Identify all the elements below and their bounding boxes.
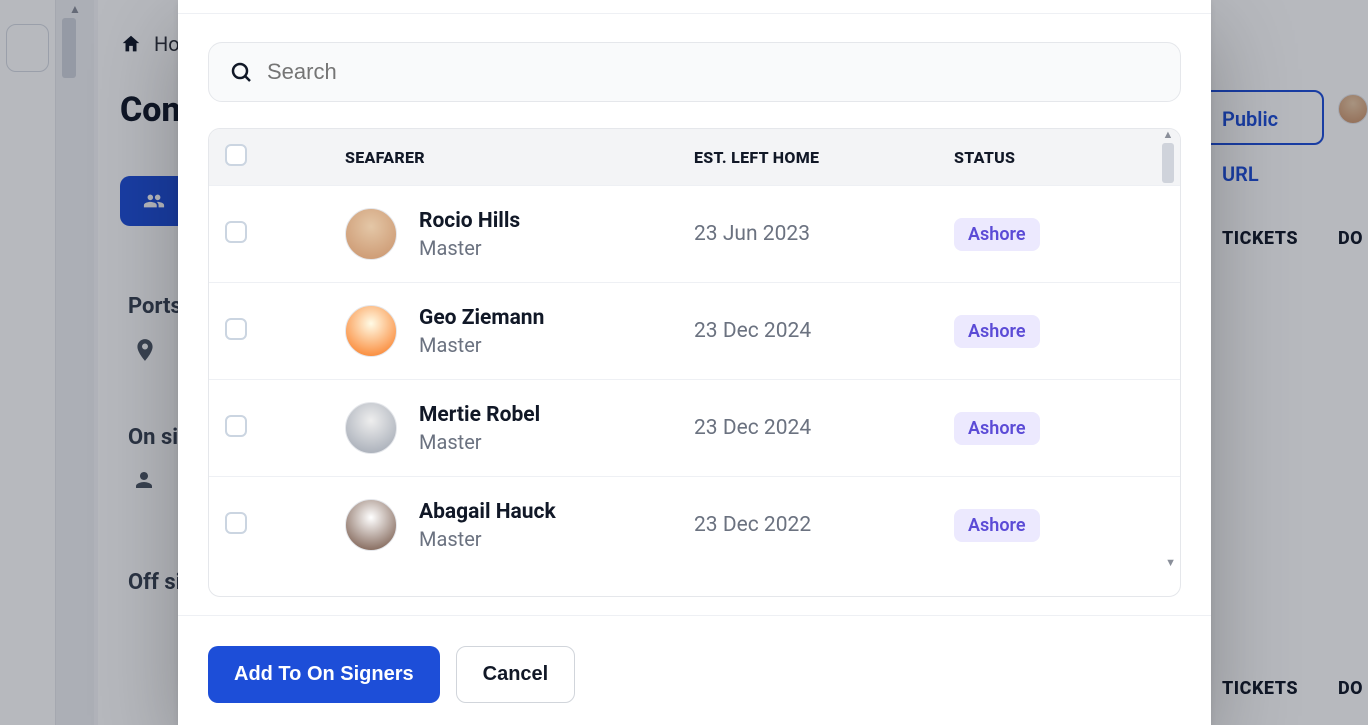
status-badge: Ashore [954,412,1040,445]
scroll-up-icon[interactable]: ▲ [1163,129,1174,141]
add-to-on-signers-button[interactable]: Add To On Signers [208,646,440,703]
modal-top-divider [178,0,1211,14]
scroll-down-icon[interactable]: ▼ [1165,556,1176,569]
search-input[interactable] [267,59,1160,85]
table-row[interactable]: Abagail Hauck Master 23 Dec 2022 Ashore [209,476,1180,573]
est-left-home-value: 23 Dec 2024 [694,319,954,343]
seafarer-name: Geo Ziemann [419,306,544,330]
avatar [345,208,397,260]
seafarer-role: Master [419,236,520,260]
status-badge: Ashore [954,509,1040,542]
seafarer-name: Mertie Robel [419,403,540,427]
table-row[interactable]: Mertie Robel Master 23 Dec 2024 Ashore [209,379,1180,476]
col-status: STATUS [954,148,1164,167]
seafarer-cell: Abagail Hauck Master [345,499,694,551]
search-icon [229,60,253,84]
seafarer-name: Abagail Hauck [419,500,556,524]
table-scrollbar[interactable]: ▲ [1160,129,1176,185]
scroll-thumb[interactable] [1162,143,1174,183]
seafarer-table: SEAFARER EST. LEFT HOME STATUS ▲ Rocio H… [208,128,1181,597]
seafarer-role: Master [419,527,556,551]
est-left-home-value: 23 Dec 2022 [694,513,954,537]
seafarer-cell: Rocio Hills Master [345,208,694,260]
est-left-home-value: 23 Dec 2024 [694,416,954,440]
avatar [345,305,397,357]
avatar [345,402,397,454]
avatar [345,499,397,551]
seafarer-cell: Mertie Robel Master [345,402,694,454]
seafarer-role: Master [419,430,540,454]
table-row[interactable]: Geo Ziemann Master 23 Dec 2024 Ashore [209,282,1180,379]
seafarer-name: Rocio Hills [419,209,520,233]
status-badge: Ashore [954,218,1040,251]
seafarer-cell: Geo Ziemann Master [345,305,694,357]
table-row[interactable]: Rocio Hills Master 23 Jun 2023 Ashore [209,185,1180,282]
seafarer-role: Master [419,333,544,357]
modal-body: SEAFARER EST. LEFT HOME STATUS ▲ Rocio H… [178,14,1211,615]
col-seafarer: SEAFARER [345,148,694,167]
search-field[interactable] [208,42,1181,102]
select-all-checkbox[interactable] [225,144,247,166]
modal-footer: Add To On Signers Cancel [178,616,1211,725]
status-badge: Ashore [954,315,1040,348]
cancel-button[interactable]: Cancel [456,646,576,703]
row-checkbox[interactable] [225,221,247,243]
est-left-home-value: 23 Jun 2023 [694,222,954,246]
table-header: SEAFARER EST. LEFT HOME STATUS ▲ [209,129,1180,185]
select-seafarer-modal: SEAFARER EST. LEFT HOME STATUS ▲ Rocio H… [178,0,1211,725]
row-checkbox[interactable] [225,512,247,534]
row-checkbox[interactable] [225,318,247,340]
row-checkbox[interactable] [225,415,247,437]
col-est-left-home: EST. LEFT HOME [694,148,954,167]
table-rows: Rocio Hills Master 23 Jun 2023 Ashore Ge… [209,185,1180,573]
